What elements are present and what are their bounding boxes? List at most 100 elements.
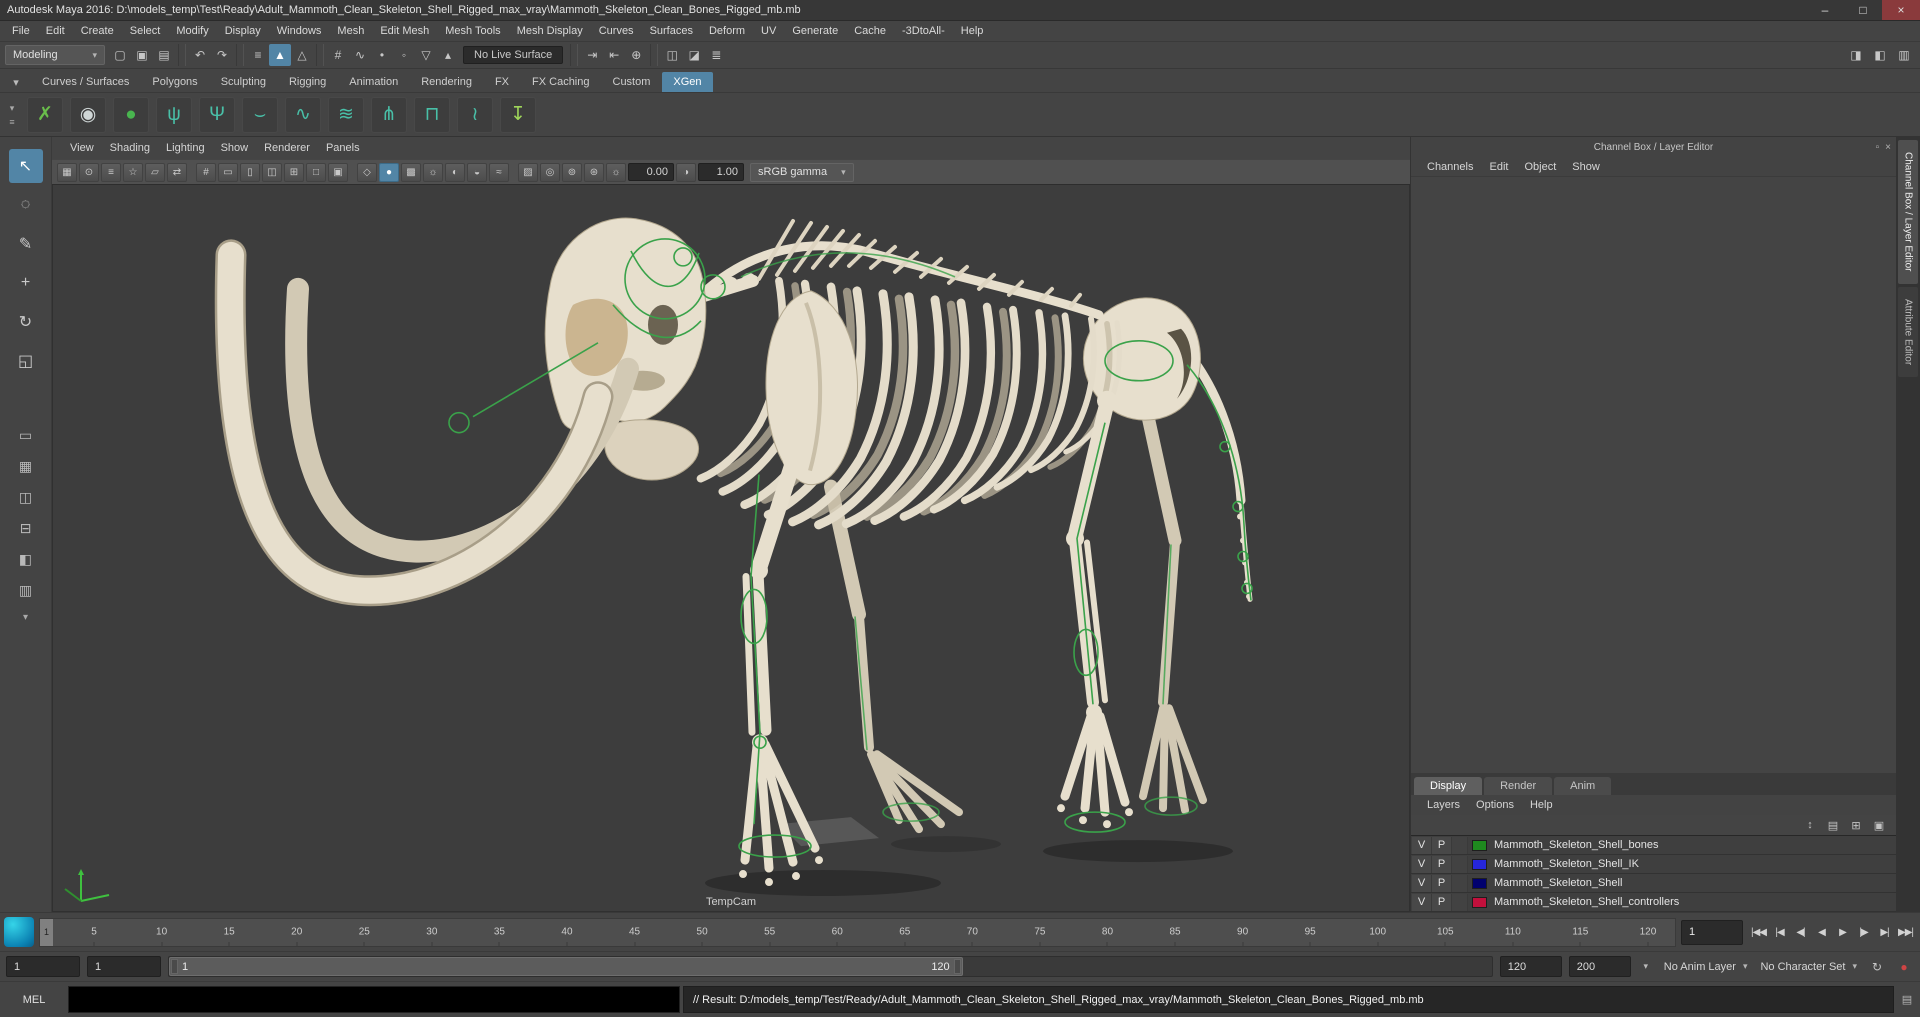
shelf-tab-animation[interactable]: Animation <box>338 72 409 92</box>
output-connections-icon[interactable]: ⇤ <box>603 44 625 66</box>
maximize-button[interactable]: □ <box>1844 0 1882 20</box>
textured-mode-icon[interactable]: ▩ <box>401 162 421 182</box>
animation-start-field[interactable]: 1 <box>6 956 80 977</box>
menu-set-selector[interactable]: Modeling ▾ <box>5 45 105 65</box>
resolution-gate-icon[interactable]: ▯ <box>240 162 260 182</box>
menu-curves[interactable]: Curves <box>591 25 642 37</box>
xgen-comb-icon[interactable]: ⊓ <box>414 96 450 133</box>
xray-icon[interactable]: ⊚ <box>562 162 582 182</box>
select-component-mode-icon[interactable]: △ <box>291 44 313 66</box>
layout-two-pane-side[interactable]: ◫ <box>10 484 42 510</box>
lights-toggle-icon[interactable]: ☼ <box>423 162 443 182</box>
layer-visibility-toggle[interactable]: V <box>1412 893 1432 911</box>
safe-action-icon[interactable]: □ <box>306 162 326 182</box>
safe-title-icon[interactable]: ▣ <box>328 162 348 182</box>
sidebar-attribute-editor-icon[interactable]: ◨ <box>1845 44 1867 66</box>
layer-playback-toggle[interactable]: P <box>1432 855 1452 873</box>
pan-zoom-icon[interactable]: ⇄ <box>167 162 187 182</box>
layer-playback-toggle[interactable]: P <box>1432 874 1452 892</box>
menu-surfaces[interactable]: Surfaces <box>642 25 701 37</box>
rotate-tool[interactable]: ↻ <box>9 305 43 339</box>
menu-mesh-tools[interactable]: Mesh Tools <box>437 25 508 37</box>
layer-empty-icon[interactable]: ▤ <box>1824 817 1842 833</box>
lock-camera-icon[interactable]: ⊙ <box>79 162 99 182</box>
xgen-lashes-icon[interactable]: ⌣ <box>242 96 278 133</box>
exposure-icon[interactable]: ☼ <box>606 162 626 182</box>
viewport-menu-view[interactable]: View <box>62 142 102 154</box>
construction-history-icon[interactable]: ⊕ <box>625 44 647 66</box>
shelf-tab-sculpting[interactable]: Sculpting <box>210 72 277 92</box>
shelf-tab-fx[interactable]: FX <box>484 72 520 92</box>
layer-row[interactable]: V P Mammoth_Skeleton_Shell_bones <box>1411 836 1896 855</box>
motion-blur-icon[interactable]: ≈ <box>489 162 509 182</box>
panel-close-icon[interactable]: × <box>1885 142 1891 153</box>
current-time-field[interactable]: 1 <box>1681 919 1743 945</box>
channel-box-menu-channels[interactable]: Channels <box>1419 161 1481 173</box>
layout-four-pane[interactable]: ▦ <box>10 453 42 479</box>
menu-deform[interactable]: Deform <box>701 25 753 37</box>
select-object-mode-icon[interactable]: ▲ <box>269 44 291 66</box>
layer-visibility-toggle[interactable]: V <box>1412 855 1432 873</box>
channel-box-menu-object[interactable]: Object <box>1516 161 1564 173</box>
wireframe-mode-icon[interactable]: ◇ <box>357 162 377 182</box>
snap-to-view-plane-icon[interactable]: ▽ <box>415 44 437 66</box>
viewport-canvas[interactable]: TempCam <box>52 185 1410 912</box>
xgen-groom-icon[interactable]: Ψ <box>199 96 235 133</box>
command-input[interactable] <box>68 986 680 1013</box>
panel-dock-icon[interactable]: ▫ <box>1876 142 1880 153</box>
layer-visibility-toggle[interactable]: V <box>1412 836 1432 854</box>
layer-color-swatch[interactable] <box>1472 877 1487 889</box>
snap-to-grid-icon[interactable]: # <box>327 44 349 66</box>
make-live-icon[interactable]: ▴ <box>437 44 459 66</box>
layer-editor-tab-anim[interactable]: Anim <box>1554 777 1612 795</box>
shelf-tab-fx-caching[interactable]: FX Caching <box>521 72 600 92</box>
layer-editor-tab-display[interactable]: Display <box>1414 777 1483 795</box>
layout-single-pane[interactable]: ▭ <box>10 422 42 448</box>
command-result[interactable]: // Result: D:/models_temp/Test/Ready/Adu… <box>683 986 1894 1013</box>
menu-file[interactable]: File <box>4 25 38 37</box>
lasso-select-tool[interactable]: ◌ <box>9 188 43 222</box>
xgen-sculpt-icon[interactable]: ● <box>113 96 149 133</box>
shelf-list-icon[interactable]: ≡ <box>9 117 14 127</box>
shelf-tab-options-icon[interactable]: ▾ <box>6 72 26 92</box>
auto-keyframe-icon[interactable]: ● <box>1894 957 1914 977</box>
select-camera-icon[interactable]: ▦ <box>57 162 77 182</box>
go-to-start-button[interactable]: |◀◀ <box>1748 919 1769 945</box>
step-back-key-button[interactable]: ◀| <box>1790 919 1811 945</box>
range-start-handle[interactable] <box>171 959 178 974</box>
layer-editor-menu-layers[interactable]: Layers <box>1419 799 1468 811</box>
character-set-selector[interactable]: No Character Set ▾ <box>1757 961 1860 973</box>
layer-move-icon[interactable]: ↕ <box>1801 817 1819 833</box>
range-end-handle[interactable] <box>953 959 961 974</box>
new-scene-icon[interactable]: ▢ <box>109 44 131 66</box>
layer-color-swatch[interactable] <box>1472 896 1487 908</box>
gate-mask-icon[interactable]: ◫ <box>262 162 282 182</box>
layer-visibility-toggle[interactable]: V <box>1412 874 1432 892</box>
layer-playback-toggle[interactable]: P <box>1432 836 1452 854</box>
toolbox-more-icon[interactable]: ▾ <box>23 612 28 623</box>
shelf-tab-rigging[interactable]: Rigging <box>278 72 337 92</box>
viewport-menu-renderer[interactable]: Renderer <box>256 142 318 154</box>
grid-toggle-icon[interactable]: # <box>196 162 216 182</box>
xgen-export-icon[interactable]: ↧ <box>500 96 536 133</box>
layer-editor-menu-help[interactable]: Help <box>1522 799 1561 811</box>
menu-help[interactable]: Help <box>953 25 992 37</box>
shelf-tab-curves-surfaces[interactable]: Curves / Surfaces <box>31 72 140 92</box>
menu-select[interactable]: Select <box>122 25 169 37</box>
layout-two-pane-stacked[interactable]: ⊟ <box>10 515 42 541</box>
shelf-tab-polygons[interactable]: Polygons <box>141 72 208 92</box>
live-surface-field[interactable]: No Live Surface <box>463 46 564 64</box>
render-current-frame-icon[interactable]: ◫ <box>661 44 683 66</box>
viewport-menu-shading[interactable]: Shading <box>102 142 158 154</box>
input-connections-icon[interactable]: ⇥ <box>581 44 603 66</box>
menu-3dtoall[interactable]: -3DtoAll- <box>894 25 953 37</box>
camera-attributes-icon[interactable]: ≡ <box>101 162 121 182</box>
anim-prefs-icon[interactable]: ↻ <box>1867 957 1887 977</box>
ao-toggle-icon[interactable]: ◒ <box>467 162 487 182</box>
layer-row[interactable]: V P Mammoth_Skeleton_Shell_controllers <box>1411 893 1896 912</box>
render-settings-icon[interactable]: ≣ <box>705 44 727 66</box>
menu-generate[interactable]: Generate <box>784 25 846 37</box>
shaded-mode-icon[interactable]: ● <box>379 162 399 182</box>
layer-display-type-cell[interactable] <box>1452 855 1468 873</box>
multisample-icon[interactable]: ▨ <box>518 162 538 182</box>
